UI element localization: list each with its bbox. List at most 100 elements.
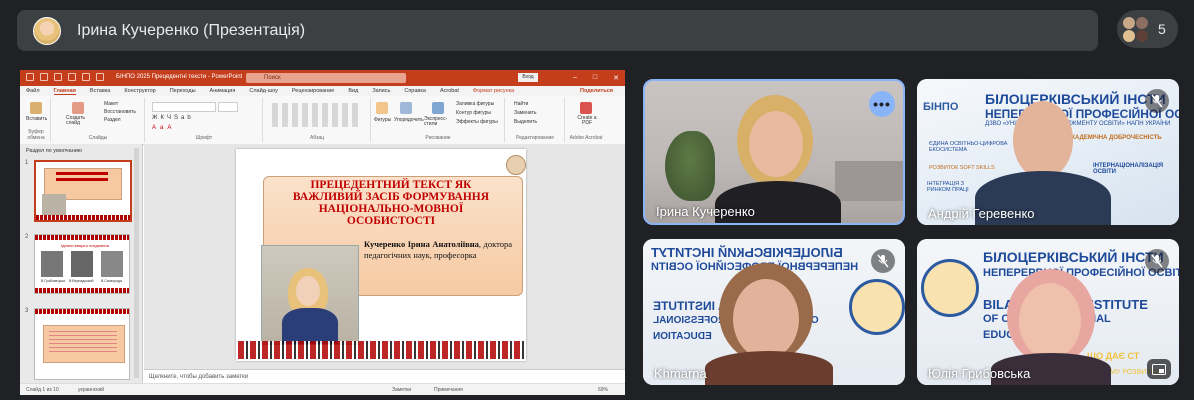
participants-button[interactable]: 5 [1117, 10, 1178, 48]
status-comments-button[interactable]: Примечания [434, 387, 463, 393]
presenter-bar[interactable]: Ірина Кучеренко (Презентація) [17, 10, 1098, 51]
shape-outline-button[interactable]: Контур фигуры [456, 110, 491, 116]
shapes-button[interactable]: Фигуры [374, 117, 391, 123]
paste-icon[interactable] [30, 102, 42, 114]
ppt-share-button[interactable]: Поделиться [580, 88, 613, 94]
tab-insert[interactable]: Вставка [90, 88, 110, 94]
group-label: Буфер обмена [27, 129, 45, 141]
group-drawing: Фигуры Упорядочить Экспресс-стили Заливк… [372, 98, 505, 142]
tab-slideshow[interactable]: Слайд-шоу [249, 88, 278, 94]
slide-thumbnail-1[interactable] [34, 160, 132, 222]
slide-author-text[interactable]: Кучеренко Ірина Анатоліївна, доктора пед… [364, 239, 512, 261]
tab-file[interactable]: Файл [26, 88, 40, 94]
participant-tile-irina[interactable]: ••• Ірина Кучеренко [643, 79, 905, 225]
banner-line: БІЛОЦЕРКІВСЬКИЙ ІНСТИ [983, 249, 1164, 265]
find-button[interactable]: Найти [514, 101, 528, 107]
shared-screen[interactable]: БІНПО 2025 Прецедентні тексти - PowerPoi… [20, 70, 625, 395]
group-label: Adobe Acrobat [569, 135, 603, 141]
slide-thumbnails-panel[interactable]: Раздел по умолчанию 1 2 Ідеали вищого по… [20, 144, 143, 384]
mic-off-icon [871, 249, 895, 273]
slide-editor[interactable]: ПРЕЦЕДЕНТНИЙ ТЕКСТ ЯК ВАЖЛИВИЙ ЗАСІБ ФОР… [144, 144, 625, 369]
slide-thumbnail-2[interactable]: Ідеали вищого поєднання В.Грабовецька В.… [34, 234, 130, 294]
quick-styles-icon[interactable] [432, 102, 444, 114]
group-clipboard: Вставить Буфер обмена [22, 98, 51, 142]
section-button[interactable]: Раздел [104, 117, 121, 123]
tab-design[interactable]: Конструктор [124, 88, 155, 94]
thumb2-caption: В.Вернадський [69, 279, 94, 283]
layout-button[interactable]: Макет [104, 101, 118, 107]
arrange-icon[interactable] [400, 102, 412, 114]
thumb2-heading: Ідеали вищого поєднання [61, 243, 109, 248]
slide-number: 1 [25, 160, 29, 166]
participant-name: Ірина Кучеренко [656, 204, 755, 219]
person-face [749, 111, 803, 177]
replace-button[interactable]: Заменить [514, 110, 536, 116]
select-button[interactable]: Выделить [514, 119, 537, 125]
notes-pane[interactable]: Щелкните, чтобы добавить заметки [144, 369, 625, 383]
arrange-button[interactable]: Упорядочить [394, 117, 424, 123]
group-font: ЖКЧSab AaA Шрифт [146, 98, 263, 142]
shape-fill-button[interactable]: Заливка фигуры [456, 101, 494, 107]
group-editing: Найти Заменить Выделить Редактирование [506, 98, 565, 142]
paragraph-controls[interactable] [272, 103, 362, 127]
font-family-select[interactable] [152, 102, 216, 112]
shapes-icon[interactable] [376, 102, 388, 114]
group-label: Рисование [425, 135, 451, 141]
tab-acrobat[interactable]: Acrobat [440, 88, 459, 94]
reset-button[interactable]: Восстановить [104, 109, 136, 115]
pdf-icon[interactable] [580, 102, 592, 114]
banner-tag: ІНТЕГРАЦІЯ З РИНКОМ ПРАЦІ [927, 181, 969, 193]
paste-button[interactable]: Вставить [26, 116, 47, 122]
participant-tile-yulia[interactable]: БІЛОЦЕРКІВСЬКИЙ ІНСТИ НЕПЕРЕРВНОЇ ПРОФЕС… [917, 239, 1179, 385]
font-size-select[interactable] [218, 102, 238, 112]
group-label: Абзац [309, 135, 325, 141]
quick-access-toolbar[interactable] [26, 73, 104, 81]
new-slide-icon[interactable] [72, 102, 84, 114]
tab-review[interactable]: Рецензирование [292, 88, 334, 94]
ppt-login-button[interactable]: Вход [518, 73, 538, 82]
more-options-icon[interactable]: ••• [869, 91, 895, 117]
window-controls[interactable]: – □ ✕ [573, 74, 619, 82]
participant-name: Андрій Геревенко [928, 206, 1035, 221]
ppt-title-bar: БІНПО 2025 Прецедентні тексти - PowerPoi… [20, 70, 625, 86]
person-face [1019, 283, 1081, 359]
tab-help[interactable]: Справка [404, 88, 426, 94]
participant-tile-andriy[interactable]: БІНПО БІЛОЦЕРКІВСЬКИЙ ІНСТИ НЕПЕРЕРВНОЇ … [917, 79, 1179, 225]
picture-in-picture-icon[interactable] [1147, 359, 1171, 379]
font-style-buttons[interactable]: ЖКЧSab [152, 115, 194, 121]
slide-thumbnail-3[interactable] [34, 308, 130, 380]
plant-background [665, 131, 715, 201]
new-slide-button[interactable]: Создать слайд [66, 116, 92, 126]
slide-title[interactable]: ПРЕЦЕДЕНТНИЙ ТЕКСТ ЯК ВАЖЛИВИЙ ЗАСІБ ФОР… [276, 179, 506, 227]
create-pdf-button[interactable]: Create a PDF [572, 116, 602, 126]
ppt-search-input[interactable]: Поиск [246, 73, 406, 83]
ppt-status-bar: Слайд 1 из 10 украинский Заметки Примеча… [20, 383, 625, 395]
shape-effects-button[interactable]: Эффекты фигуры [456, 119, 498, 125]
slide-number: 2 [25, 234, 29, 240]
person-face [733, 279, 799, 359]
tab-view[interactable]: Вид [348, 88, 358, 94]
author-photo[interactable] [261, 245, 359, 345]
participant-tile-khmarna[interactable]: БІЛОЦЕРКІВСЬКИЙ ІНСТИТУТ НЕПЕРЕРВНОЇ ПРО… [643, 239, 905, 385]
tab-picture-format[interactable]: Формат рисунка [473, 88, 514, 94]
status-notes-button[interactable]: Заметки [392, 387, 411, 393]
current-slide[interactable]: ПРЕЦЕДЕНТНИЙ ТЕКСТ ЯК ВАЖЛИВИЙ ЗАСІБ ФОР… [236, 149, 526, 361]
tab-home[interactable]: Главная [53, 88, 76, 95]
font-color-buttons[interactable]: AaA [152, 125, 175, 131]
group-acrobat: Create a PDF Adobe Acrobat [566, 98, 606, 142]
participant-name: Юлія Грибовська [928, 366, 1031, 381]
tab-animation[interactable]: Анимация [210, 88, 236, 94]
thumbnails-scrollbar[interactable] [134, 148, 139, 378]
participants-count: 5 [1158, 21, 1166, 37]
tab-record[interactable]: Запись [372, 88, 390, 94]
ppt-menu-tabs[interactable]: Файл Главная Вставка Конструктор Переход… [20, 86, 625, 96]
ppt-ribbon: Вставить Буфер обмена Создать слайд Маке… [20, 96, 625, 145]
thumb2-caption: В.Сковорода [101, 279, 122, 283]
mic-off-icon [1145, 89, 1169, 113]
section-label: Раздел по умолчанию [26, 148, 82, 154]
slide-number: 3 [25, 308, 29, 314]
zoom-level[interactable]: 69% [598, 387, 608, 393]
tab-transitions[interactable]: Переходы [170, 88, 196, 94]
quick-styles-button[interactable]: Экспресс-стили [424, 117, 454, 127]
author-name: Кучеренко Ірина Анатоліївна [364, 239, 479, 249]
